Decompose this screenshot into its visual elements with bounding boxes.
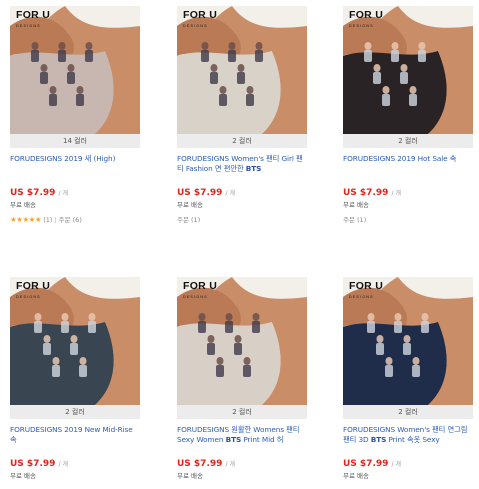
orders-count[interactable]: 주문 (1) bbox=[343, 216, 366, 224]
product-image[interactable]: FOR U DESIGNS bbox=[10, 277, 140, 405]
product-title-link[interactable]: FORUDESIGNS 원활한 Womens 팬티 Sexy Women BTS… bbox=[177, 425, 307, 451]
product-card[interactable]: FOR U DESIGNS 2 컬러 FORUDESIGNS 원활한 Womens… bbox=[177, 277, 307, 486]
color-count[interactable]: 2 컬러 bbox=[177, 134, 307, 148]
product-card[interactable]: FOR U DESIGNS 2 컬러 FORUDESIGNS 2019 Hot S… bbox=[343, 6, 473, 225]
rating-orders: 주문 (1) bbox=[177, 215, 307, 225]
product-title-link[interactable]: FORUDESIGNS 2019 새 (High) bbox=[10, 154, 140, 180]
price: US $7.99 / 개 bbox=[343, 188, 401, 198]
brand-logo: FOR U DESIGNS bbox=[349, 9, 384, 28]
brand-logo: FOR U DESIGNS bbox=[183, 280, 218, 299]
color-count[interactable]: 2 컬러 bbox=[10, 405, 140, 419]
product-title-link[interactable]: FORUDESIGNS 2019 Hot Sale 속 bbox=[343, 154, 473, 180]
product-image[interactable]: FOR U DESIGNS bbox=[177, 6, 307, 134]
product-title-link[interactable]: FORUDESIGNS 2019 New Mid-Rise 속 bbox=[10, 425, 140, 451]
product-image[interactable]: FOR U DESIGNS bbox=[177, 277, 307, 405]
rating-orders: ★★★★★ (1) | 주문 (6) bbox=[10, 215, 82, 224]
rating-orders: 주문 (1) bbox=[343, 215, 473, 225]
free-shipping-label: 무료 배송 bbox=[177, 201, 203, 209]
free-shipping-label: 무료 배송 bbox=[343, 472, 369, 480]
price: US $7.99 / 개 bbox=[177, 188, 235, 198]
free-shipping-label: 무료 배송 bbox=[343, 201, 369, 209]
brand-logo: FOR U DESIGNS bbox=[183, 9, 218, 28]
brand-logo: FOR U DESIGNS bbox=[16, 280, 51, 299]
product-card[interactable]: FOR U DESIGNS 2 컬러 FORUDESIGNS Women's 팬티… bbox=[177, 6, 307, 225]
orders-count[interactable]: 주문 (1) bbox=[177, 216, 200, 224]
product-title-link[interactable]: FORUDESIGNS Women's 팬티 Girl 팬티 Fashion 면… bbox=[177, 154, 307, 180]
product-image[interactable]: FOR U DESIGNS bbox=[10, 6, 140, 134]
product-card[interactable]: FOR U DESIGNS 14 컬러 FORUDESIGNS 2019 새 (H… bbox=[10, 6, 140, 225]
free-shipping-label: 무료 배송 bbox=[10, 472, 36, 480]
rating-stars: ★★★★★ bbox=[10, 215, 42, 224]
orders-count[interactable]: 주문 (6) bbox=[59, 216, 82, 224]
rating-count[interactable]: (1) bbox=[43, 216, 52, 224]
product-card[interactable]: FOR U DESIGNS 2 컬러 FORUDESIGNS 2019 New M… bbox=[10, 277, 140, 486]
product-image[interactable]: FOR U DESIGNS bbox=[343, 6, 473, 134]
brand-logo: FOR U DESIGNS bbox=[16, 9, 51, 28]
color-count[interactable]: 2 컬러 bbox=[177, 405, 307, 419]
free-shipping-label: 무료 배송 bbox=[177, 472, 203, 480]
product-image[interactable]: FOR U DESIGNS bbox=[343, 277, 473, 405]
free-shipping-label: 무료 배송 bbox=[10, 201, 36, 209]
color-count[interactable]: 2 컬러 bbox=[343, 134, 473, 148]
color-count[interactable]: 14 컬러 bbox=[10, 134, 140, 148]
color-count[interactable]: 2 컬러 bbox=[343, 405, 473, 419]
price: US $7.99 / 개 bbox=[343, 459, 401, 469]
price: US $7.99 / 개 bbox=[10, 188, 68, 198]
brand-logo: FOR U DESIGNS bbox=[349, 280, 384, 299]
price: US $7.99 / 개 bbox=[10, 459, 68, 469]
price: US $7.99 / 개 bbox=[177, 459, 235, 469]
product-title-link[interactable]: FORUDESIGNS Women's 팬티 연그림 팬티 3D BTS Pri… bbox=[343, 425, 473, 451]
product-card[interactable]: FOR U DESIGNS 2 컬러 FORUDESIGNS Women's 팬티… bbox=[343, 277, 473, 486]
